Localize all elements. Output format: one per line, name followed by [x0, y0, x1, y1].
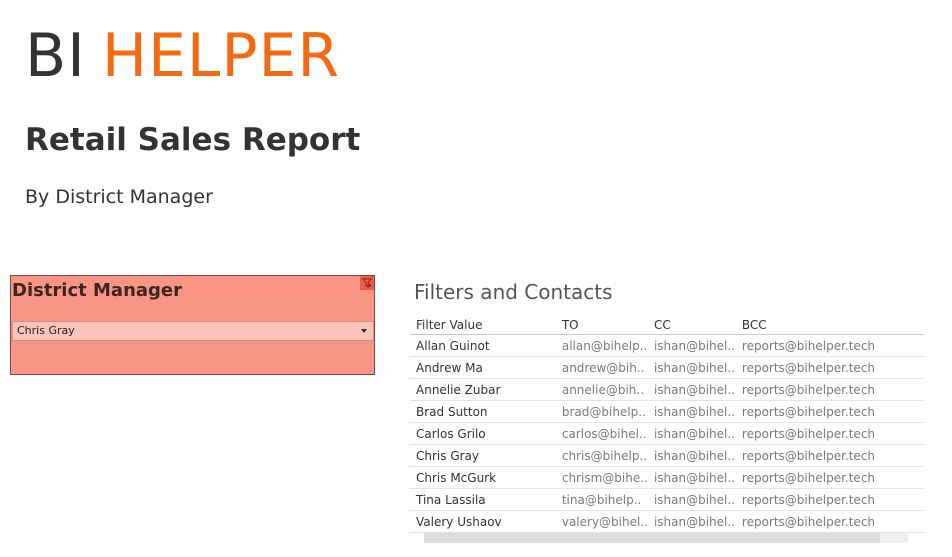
- cell-cc: ishan@bihel..: [647, 378, 736, 401]
- chevron-down-icon: [361, 329, 367, 333]
- cell-filter-value: Annelie Zubar: [410, 378, 556, 401]
- cell-cc: ishan@bihel..: [647, 466, 736, 489]
- cell-cc: ishan@bihel..: [647, 400, 736, 423]
- district-manager-dropdown[interactable]: Chris Gray: [12, 321, 374, 341]
- cell-bcc: reports@bihelper.tech: [735, 444, 924, 467]
- district-manager-filter: District Manager Chris Gray: [10, 275, 375, 375]
- cell-bcc: reports@bihelper.tech: [735, 510, 924, 533]
- cell-cc: ishan@bihel..: [647, 510, 736, 533]
- cell-to: valery@bihel..: [555, 510, 648, 533]
- filter-title: District Manager: [12, 280, 183, 301]
- table-row[interactable]: Brad Sutton brad@bihelp.. ishan@bihel.. rep…: [410, 400, 924, 423]
- scrollbar-thumb[interactable]: [424, 533, 880, 543]
- cell-cc: ishan@bihel..: [647, 422, 736, 445]
- brand-logo-part2: HELPER: [101, 21, 341, 91]
- cell-filter-value: Chris Gray: [410, 444, 556, 467]
- table-row[interactable]: Tina Lassila tina@bihelp.. ishan@bihel.. re…: [410, 488, 924, 511]
- cell-bcc: reports@bihelper.tech: [735, 378, 924, 401]
- cell-to: brad@bihelp..: [555, 400, 648, 423]
- cell-to: carlos@bihel..: [555, 422, 648, 445]
- table-row[interactable]: Chris McGurk chrism@bihe.. ishan@bihel.. re…: [410, 466, 924, 489]
- cell-cc: ishan@bihel..: [647, 356, 736, 379]
- table-row[interactable]: Andrew Ma andrew@bih.. ishan@bihel.. report…: [410, 356, 924, 379]
- cell-filter-value: Valery Ushaov: [410, 510, 556, 533]
- cell-filter-value: Tina Lassila: [410, 488, 556, 511]
- cell-filter-value: Carlos Grilo: [410, 422, 556, 445]
- cell-bcc: reports@bihelper.tech: [735, 400, 924, 423]
- cell-cc: ishan@bihel..: [647, 444, 736, 467]
- cell-to: andrew@bih..: [555, 356, 648, 379]
- column-header-to: TO: [555, 316, 648, 335]
- table-row[interactable]: Valery Ushaov valery@bihel.. ishan@bihel..…: [410, 510, 924, 533]
- report-title: Retail Sales Report: [25, 122, 361, 158]
- table-row[interactable]: Carlos Grilo carlos@bihel.. ishan@bihel.. r…: [410, 422, 924, 445]
- column-header-bcc: BCC: [735, 316, 924, 335]
- table-row[interactable]: Annelie Zubar annelie@bih.. ishan@bihel.. r…: [410, 378, 924, 401]
- cell-filter-value: Allan Guinot: [410, 334, 556, 357]
- cell-filter-value: Chris McGurk: [410, 466, 556, 489]
- cell-bcc: reports@bihelper.tech: [735, 422, 924, 445]
- cell-bcc: reports@bihelper.tech: [735, 334, 924, 357]
- column-header-cc: CC: [647, 316, 736, 335]
- table-row[interactable]: Allan Guinot allan@bihelp.. ishan@bihel.. r…: [410, 334, 924, 357]
- contacts-title: Filters and Contacts: [414, 280, 613, 304]
- report-subtitle: By District Manager: [25, 186, 213, 208]
- brand-logo: BI HELPER: [25, 20, 340, 92]
- column-header-filter-value: Filter Value: [410, 316, 556, 335]
- cell-cc: ishan@bihel..: [647, 488, 736, 511]
- cell-to: chrism@bihe..: [555, 466, 648, 489]
- cell-filter-value: Andrew Ma: [410, 356, 556, 379]
- cell-to: allan@bihelp..: [555, 334, 648, 357]
- cell-cc: ishan@bihel..: [647, 334, 736, 357]
- cell-to: chris@bihelp..: [555, 444, 648, 467]
- cell-bcc: reports@bihelper.tech: [735, 466, 924, 489]
- cell-filter-value: Brad Sutton: [410, 400, 556, 423]
- cell-bcc: reports@bihelper.tech: [735, 488, 924, 511]
- filter-clear-icon[interactable]: [360, 276, 374, 290]
- cell-bcc: reports@bihelper.tech: [735, 356, 924, 379]
- horizontal-scrollbar[interactable]: [424, 533, 908, 543]
- table-header-row: Filter Value TO CC BCC: [410, 316, 924, 335]
- cell-to: annelie@bih..: [555, 378, 648, 401]
- contacts-table: Filter Value TO CC BCC Allan Guinot allan…: [410, 316, 924, 533]
- brand-logo-part1: BI: [25, 21, 86, 91]
- cell-to: tina@bihelp..: [555, 488, 648, 511]
- table-row[interactable]: Chris Gray chris@bihelp.. ishan@bihel.. rep…: [410, 444, 924, 467]
- dropdown-value: Chris Gray: [17, 324, 75, 337]
